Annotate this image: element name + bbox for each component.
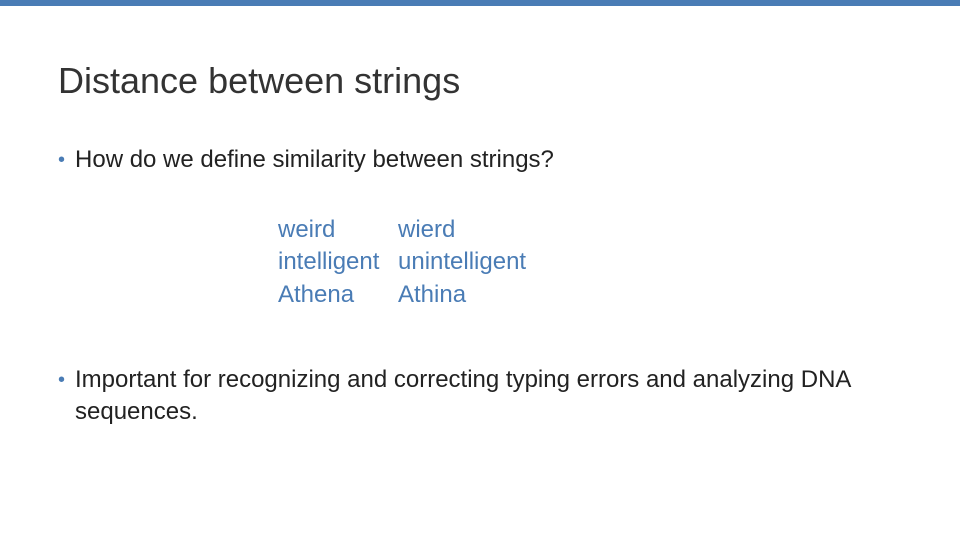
pair-left: Athena bbox=[278, 279, 398, 311]
bullet-row: • How do we define similarity between st… bbox=[58, 144, 902, 176]
pair-right: wierd bbox=[398, 214, 455, 246]
bullet-2: • Important for recognizing and correcti… bbox=[58, 364, 902, 429]
pair-left: intelligent bbox=[278, 246, 398, 278]
bullet-1: • How do we define similarity between st… bbox=[58, 144, 902, 176]
pair-row: intelligent unintelligent bbox=[278, 246, 526, 278]
bullet-dot-icon: • bbox=[58, 364, 65, 396]
bullet-text: How do we define similarity between stri… bbox=[75, 144, 902, 176]
bullet-row: • Important for recognizing and correcti… bbox=[58, 364, 902, 429]
bullet-text: Important for recognizing and correcting… bbox=[75, 364, 902, 429]
pair-row: Athena Athina bbox=[278, 279, 526, 311]
pair-left: weird bbox=[278, 214, 398, 246]
pair-right: Athina bbox=[398, 279, 466, 311]
slide-title: Distance between strings bbox=[58, 60, 460, 102]
pair-row: weird wierd bbox=[278, 214, 526, 246]
bullet-dot-icon: • bbox=[58, 144, 65, 176]
string-pairs: weird wierd intelligent unintelligent At… bbox=[278, 214, 526, 311]
accent-bar bbox=[0, 0, 960, 6]
slide: Distance between strings • How do we def… bbox=[0, 0, 960, 540]
pair-right: unintelligent bbox=[398, 246, 526, 278]
